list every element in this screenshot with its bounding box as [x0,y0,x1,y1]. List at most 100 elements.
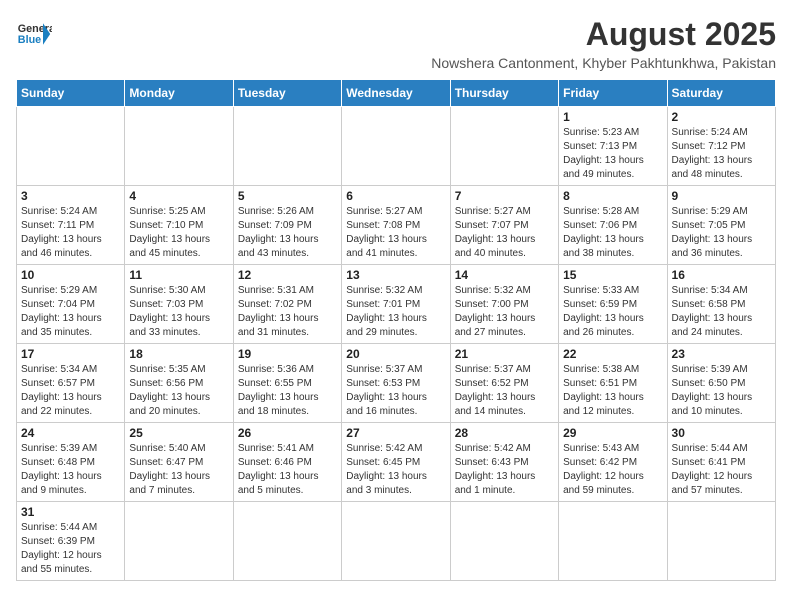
day-number: 10 [21,268,120,282]
calendar-week-row: 1Sunrise: 5:23 AM Sunset: 7:13 PM Daylig… [17,107,776,186]
calendar-cell: 25Sunrise: 5:40 AM Sunset: 6:47 PM Dayli… [125,423,233,502]
calendar-week-row: 24 Sunrise: 5:39 AM Sunset: 6:48 PM Dayli… [17,423,776,502]
calendar-cell: 21 Sunrise: 5:37 AM Sunset: 6:52 PM Dayli… [450,344,558,423]
day-info: Sunrise: 5:29 AM Sunset: 7:05 PM Dayligh… [672,205,771,261]
calendar-cell: 23Sunrise: 5:39 AM Sunset: 6:50 PM Dayli… [667,344,775,423]
weekday-header-monday: Monday [125,80,233,107]
calendar-cell: 20 Sunrise: 5:37 AM Sunset: 6:53 PM Dayli… [342,344,450,423]
calendar-cell: 5Sunrise: 5:26 AM Sunset: 7:09 PM Daylig… [233,186,341,265]
calendar-cell: 14 Sunrise: 5:32 AM Sunset: 7:00 PM Dayli… [450,265,558,344]
calendar-cell: 4 Sunrise: 5:25 AM Sunset: 7:10 PM Daylig… [125,186,233,265]
day-info: Sunrise: 5:44 AM Sunset: 6:41 PM Dayligh… [672,442,771,498]
calendar-week-row: 17 Sunrise: 5:34 AM Sunset: 6:57 PM Dayli… [17,344,776,423]
calendar-cell: 27Sunrise: 5:42 AM Sunset: 6:45 PM Dayli… [342,423,450,502]
day-number: 30 [672,426,771,440]
calendar-cell: 29Sunrise: 5:43 AM Sunset: 6:42 PM Dayli… [559,423,667,502]
weekday-header-sunday: Sunday [17,80,125,107]
day-number: 28 [455,426,554,440]
calendar-cell: 11Sunrise: 5:30 AM Sunset: 7:03 PM Dayli… [125,265,233,344]
day-number: 21 [455,347,554,361]
day-info: Sunrise: 5:27 AM Sunset: 7:07 PM Dayligh… [455,205,554,261]
day-info: Sunrise: 5:28 AM Sunset: 7:06 PM Dayligh… [563,205,662,261]
day-info: Sunrise: 5:32 AM Sunset: 7:00 PM Dayligh… [455,284,554,340]
day-number: 22 [563,347,662,361]
day-info: Sunrise: 5:42 AM Sunset: 6:45 PM Dayligh… [346,442,445,498]
day-info: Sunrise: 5:44 AM Sunset: 6:39 PM Dayligh… [21,521,120,577]
day-number: 14 [455,268,554,282]
day-info: Sunrise: 5:41 AM Sunset: 6:46 PM Dayligh… [238,442,337,498]
calendar-cell: 3Sunrise: 5:24 AM Sunset: 7:11 PM Daylig… [17,186,125,265]
weekday-header-friday: Friday [559,80,667,107]
day-info: Sunrise: 5:39 AM Sunset: 6:48 PM Dayligh… [21,442,120,498]
month-year-title: August 2025 [431,16,776,53]
day-info: Sunrise: 5:39 AM Sunset: 6:50 PM Dayligh… [672,363,771,419]
calendar-cell: 26 Sunrise: 5:41 AM Sunset: 6:46 PM Dayli… [233,423,341,502]
day-number: 29 [563,426,662,440]
day-info: Sunrise: 5:33 AM Sunset: 6:59 PM Dayligh… [563,284,662,340]
day-info: Sunrise: 5:37 AM Sunset: 6:52 PM Dayligh… [455,363,554,419]
day-info: Sunrise: 5:42 AM Sunset: 6:43 PM Dayligh… [455,442,554,498]
day-number: 24 [21,426,120,440]
calendar-week-row: 3Sunrise: 5:24 AM Sunset: 7:11 PM Daylig… [17,186,776,265]
day-number: 16 [672,268,771,282]
day-info: Sunrise: 5:34 AM Sunset: 6:57 PM Dayligh… [21,363,120,419]
location-subtitle: Nowshera Cantonment, Khyber Pakhtunkhwa,… [431,55,776,71]
generalblue-logo-icon: General Blue [16,16,52,52]
day-number: 3 [21,189,120,203]
day-number: 18 [129,347,228,361]
day-number: 5 [238,189,337,203]
calendar-cell: 1Sunrise: 5:23 AM Sunset: 7:13 PM Daylig… [559,107,667,186]
day-number: 17 [21,347,120,361]
calendar-cell [342,502,450,581]
day-info: Sunrise: 5:38 AM Sunset: 6:51 PM Dayligh… [563,363,662,419]
logo: General Blue [16,16,52,52]
day-info: Sunrise: 5:35 AM Sunset: 6:56 PM Dayligh… [129,363,228,419]
day-info: Sunrise: 5:31 AM Sunset: 7:02 PM Dayligh… [238,284,337,340]
calendar-cell: 13 Sunrise: 5:32 AM Sunset: 7:01 PM Dayli… [342,265,450,344]
calendar-cell: 18 Sunrise: 5:35 AM Sunset: 6:56 PM Dayli… [125,344,233,423]
day-info: Sunrise: 5:27 AM Sunset: 7:08 PM Dayligh… [346,205,445,261]
calendar-cell: 19 Sunrise: 5:36 AM Sunset: 6:55 PM Dayli… [233,344,341,423]
header: General Blue August 2025 Nowshera Canton… [16,16,776,71]
day-number: 13 [346,268,445,282]
calendar-cell [233,502,341,581]
calendar-cell: 9Sunrise: 5:29 AM Sunset: 7:05 PM Daylig… [667,186,775,265]
day-number: 8 [563,189,662,203]
svg-text:Blue: Blue [18,34,41,46]
calendar-week-row: 31Sunrise: 5:44 AM Sunset: 6:39 PM Dayli… [17,502,776,581]
day-info: Sunrise: 5:24 AM Sunset: 7:12 PM Dayligh… [672,126,771,182]
day-info: Sunrise: 5:36 AM Sunset: 6:55 PM Dayligh… [238,363,337,419]
calendar-cell [125,107,233,186]
day-info: Sunrise: 5:37 AM Sunset: 6:53 PM Dayligh… [346,363,445,419]
calendar-cell: 8 Sunrise: 5:28 AM Sunset: 7:06 PM Daylig… [559,186,667,265]
calendar-cell [125,502,233,581]
day-info: Sunrise: 5:30 AM Sunset: 7:03 PM Dayligh… [129,284,228,340]
calendar-cell [667,502,775,581]
weekday-header-wednesday: Wednesday [342,80,450,107]
calendar-cell [342,107,450,186]
calendar-cell [17,107,125,186]
calendar-week-row: 10Sunrise: 5:29 AM Sunset: 7:04 PM Dayli… [17,265,776,344]
weekday-header-tuesday: Tuesday [233,80,341,107]
day-info: Sunrise: 5:25 AM Sunset: 7:10 PM Dayligh… [129,205,228,261]
calendar-cell: 12Sunrise: 5:31 AM Sunset: 7:02 PM Dayli… [233,265,341,344]
day-number: 7 [455,189,554,203]
calendar-cell [450,107,558,186]
day-info: Sunrise: 5:34 AM Sunset: 6:58 PM Dayligh… [672,284,771,340]
day-info: Sunrise: 5:32 AM Sunset: 7:01 PM Dayligh… [346,284,445,340]
weekday-header-row: SundayMondayTuesdayWednesdayThursdayFrid… [17,80,776,107]
calendar-cell: 30 Sunrise: 5:44 AM Sunset: 6:41 PM Dayli… [667,423,775,502]
day-number: 19 [238,347,337,361]
calendar-cell: 16 Sunrise: 5:34 AM Sunset: 6:58 PM Dayli… [667,265,775,344]
calendar-cell: 28 Sunrise: 5:42 AM Sunset: 6:43 PM Dayli… [450,423,558,502]
calendar-cell: 22 Sunrise: 5:38 AM Sunset: 6:51 PM Dayli… [559,344,667,423]
day-number: 26 [238,426,337,440]
day-info: Sunrise: 5:23 AM Sunset: 7:13 PM Dayligh… [563,126,662,182]
calendar-cell: 24 Sunrise: 5:39 AM Sunset: 6:48 PM Dayli… [17,423,125,502]
day-number: 4 [129,189,228,203]
day-number: 2 [672,110,771,124]
day-info: Sunrise: 5:40 AM Sunset: 6:47 PM Dayligh… [129,442,228,498]
day-number: 20 [346,347,445,361]
weekday-header-saturday: Saturday [667,80,775,107]
calendar-cell: 15Sunrise: 5:33 AM Sunset: 6:59 PM Dayli… [559,265,667,344]
